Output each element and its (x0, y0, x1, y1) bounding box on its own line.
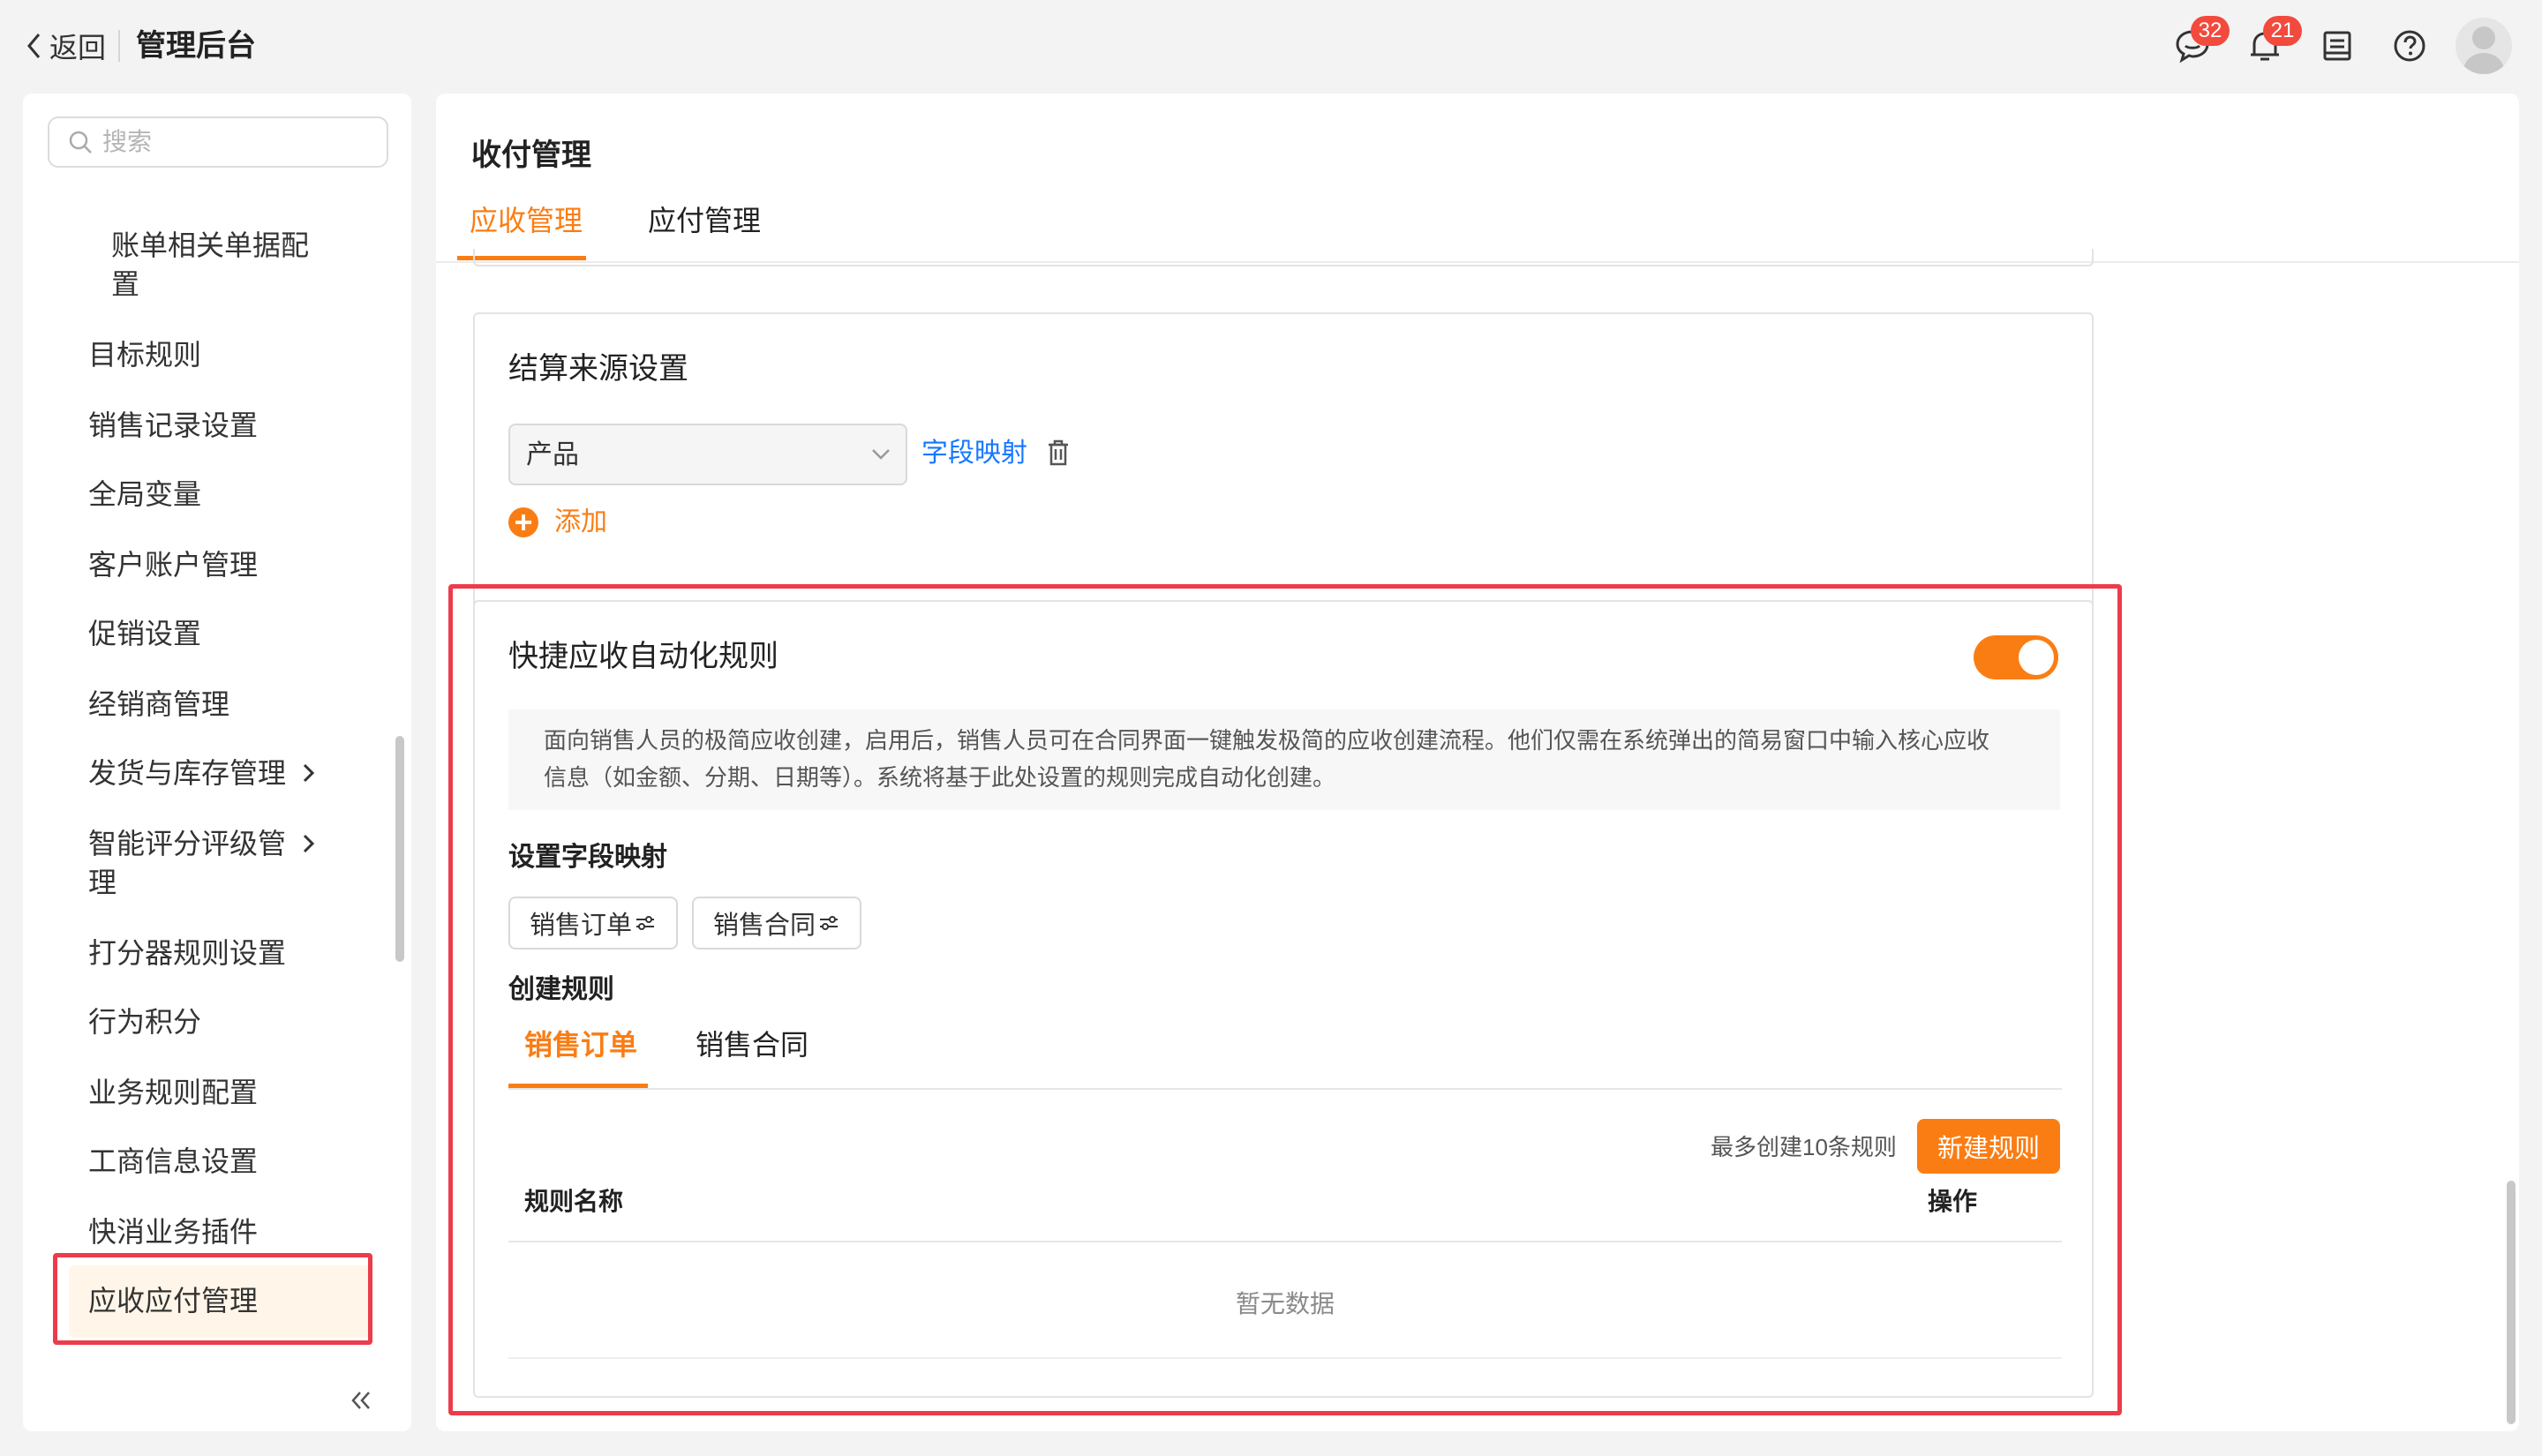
trash-icon[interactable] (1045, 438, 1072, 468)
sidebar-item-target-rules[interactable]: 目标规则 (88, 335, 201, 374)
subtabs-divider (508, 1088, 2062, 1090)
sidebar-item-label: 业务规则配置 (88, 1077, 259, 1108)
sidebar-item-behavior-points[interactable]: 行为积分 (88, 1002, 201, 1041)
sidebar-item-shipping-inventory[interactable]: 发货与库存管理 (88, 754, 344, 792)
back-label: 返回 (49, 32, 107, 64)
sidebar-item-scorer-rules[interactable]: 打分器规则设置 (88, 934, 286, 972)
tab-payables[interactable]: 应付管理 (648, 201, 761, 240)
sidebar-item-label: 工商信息设置 (88, 1145, 259, 1177)
sidebar-item-global-vars[interactable]: 全局变量 (88, 475, 201, 514)
notifications-button[interactable]: 21 (2242, 16, 2302, 69)
sidebar-search[interactable] (48, 116, 388, 168)
tasks-button[interactable] (2314, 23, 2360, 69)
message-count-badge: 32 (2191, 16, 2230, 46)
help-button[interactable] (2387, 23, 2433, 69)
double-chevron-left-icon[interactable] (346, 1385, 376, 1415)
sidebar-item-label: 促销设置 (88, 618, 202, 649)
app-title: 管理后台 (136, 29, 256, 63)
create-rule-section-label: 创建规则 (508, 975, 614, 1004)
sidebar-item-label: 快消业务插件 (88, 1216, 259, 1248)
notification-count-badge: 21 (2263, 16, 2302, 46)
sidebar-item-label: 销售记录设置 (88, 409, 259, 441)
sidebar-item-label-cont: 置 (111, 268, 140, 300)
chevron-down-icon (872, 449, 890, 460)
search-input[interactable] (101, 127, 369, 157)
header-divider (118, 30, 120, 62)
chevron-right-icon (303, 834, 315, 853)
table-header-rule-name: 规则名称 (524, 1188, 624, 1215)
search-icon (69, 131, 92, 154)
sidebar-item-label: 打分器规则设置 (88, 937, 287, 969)
sidebar-item-label: 发货与库存管理 (88, 757, 287, 789)
sidebar-item-dealers[interactable]: 经销商管理 (88, 685, 229, 724)
subtab-sales-order[interactable]: 销售订单 (524, 1025, 637, 1064)
description-line-1: 面向销售人员的极简应收创建，启用后，销售人员可在合同界面一键触发极简的应收创建流… (544, 727, 1990, 754)
sidebar-item-label: 全局变量 (88, 478, 202, 510)
sidebar-item-customer-accounts[interactable]: 客户账户管理 (88, 545, 258, 584)
sidebar-item-billing-docs[interactable]: 账单相关单据配 置 (111, 226, 309, 304)
sidebar-item-promotions[interactable]: 促销设置 (88, 614, 201, 653)
top-bar: 返回 管理后台 32 21 (0, 0, 2542, 92)
table-header-divider (508, 1241, 2062, 1242)
sidebar-item-label: 账单相关单据配 (111, 229, 310, 261)
sidebar-item-label: 行为积分 (88, 1006, 202, 1038)
empty-state-text: 暂无数据 (1235, 1290, 1335, 1317)
avatar[interactable] (2456, 18, 2512, 74)
back-button[interactable]: 返回 (25, 26, 106, 65)
sidebar-item-label-cont: 理 (88, 867, 117, 898)
messages-button[interactable]: 32 (2170, 16, 2230, 69)
sidebar-item-fmcg-plugin[interactable]: 快消业务插件 (88, 1212, 258, 1251)
page-title: 收付管理 (471, 139, 591, 172)
mapping-chip-sales-order[interactable]: 销售订单 (508, 897, 679, 949)
chevron-right-icon (303, 763, 315, 783)
field-mapping-link[interactable]: 字段映射 (921, 436, 1027, 471)
sidebar-item-business-info[interactable]: 工商信息设置 (88, 1142, 258, 1181)
chevron-left-icon (27, 34, 41, 58)
sidebar-item-smart-scoring[interactable]: 智能评分评级管 理 (88, 824, 344, 902)
quick-rule-description: 面向销售人员的极简应收创建，启用后，销售人员可在合同界面一键触发极简的应收创建流… (508, 709, 2060, 810)
settlement-source-title: 结算来源设置 (508, 352, 688, 386)
sidebar-item-sales-record[interactable]: 销售记录设置 (88, 406, 258, 445)
toggle-knob (2019, 640, 2054, 675)
table-header-action: 操作 (1928, 1188, 1978, 1215)
add-source-label: 添加 (554, 507, 607, 537)
sidebar-scrollbar[interactable] (395, 736, 404, 962)
field-mapping-section-label: 设置字段映射 (508, 843, 667, 872)
sidebar-item-label: 客户账户管理 (88, 549, 259, 581)
source-select-value: 产品 (526, 440, 579, 469)
help-icon (2394, 30, 2425, 62)
tab-receivables[interactable]: 应收管理 (470, 201, 583, 240)
add-source-button[interactable]: 添加 (508, 505, 607, 540)
rule-limit-text: 最多创建10条规则 (1711, 1134, 1897, 1160)
mapping-chip-sales-contract[interactable]: 销售合同 (692, 897, 862, 949)
plus-circle-icon (508, 507, 538, 537)
main-panel: 收付管理 应收管理 应付管理 结算来源设置 产品 字段映射 添加 快捷应收自动化… (436, 94, 2519, 1431)
quick-rule-title: 快捷应收自动化规则 (508, 640, 778, 673)
quick-rule-toggle[interactable] (1974, 635, 2058, 679)
chip-label: 销售合同 (713, 912, 816, 940)
chip-label: 销售订单 (530, 912, 633, 940)
document-icon (2323, 31, 2351, 61)
previous-card-edge (473, 249, 2094, 266)
source-select[interactable]: 产品 (508, 424, 907, 485)
settings-sliders-icon (636, 916, 655, 930)
subtab-sales-contract[interactable]: 销售合同 (696, 1025, 808, 1064)
main-scrollbar[interactable] (2507, 1181, 2516, 1424)
description-line-2: 信息（如金额、分期、日期等）。系统将基于此处设置的规则完成自动化创建。 (544, 764, 1336, 791)
quick-rule-card: 快捷应收自动化规则 面向销售人员的极简应收创建，启用后，销售人员可在合同界面一键… (473, 600, 2094, 1398)
avatar-head (2472, 26, 2495, 49)
sidebar-item-business-rules[interactable]: 业务规则配置 (88, 1073, 258, 1112)
new-rule-button[interactable]: 新建规则 (1917, 1119, 2060, 1174)
avatar-body (2463, 53, 2504, 74)
sidebar-item-label: 经销商管理 (88, 688, 230, 720)
sidebar-item-label: 目标规则 (88, 339, 202, 371)
highlight-box-sidebar (53, 1253, 372, 1345)
settings-sliders-icon (820, 916, 839, 930)
sidebar: 账单相关单据配 置 目标规则 销售记录设置 全局变量 客户账户管理 促销设置 经… (23, 94, 411, 1431)
table-bottom-divider (508, 1357, 2062, 1359)
